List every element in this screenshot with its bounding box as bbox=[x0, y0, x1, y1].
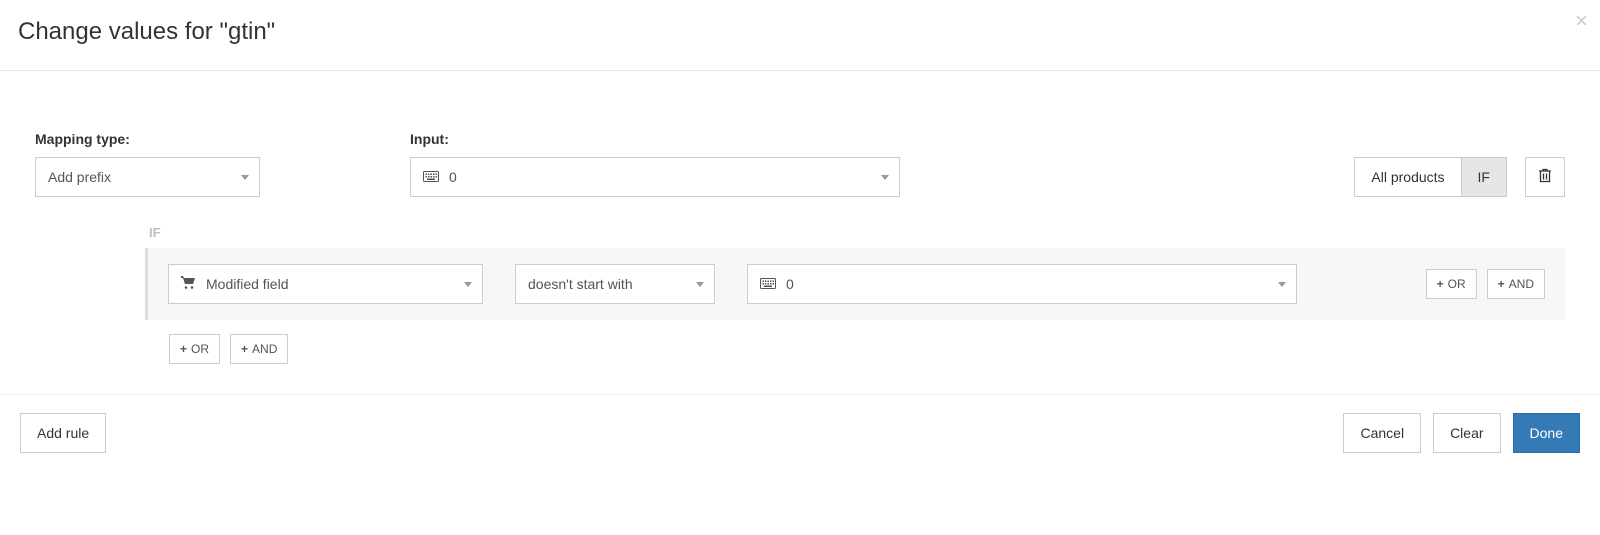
chevron-down-icon bbox=[1278, 282, 1286, 287]
trash-icon bbox=[1538, 167, 1552, 188]
mapping-type-group: Mapping type: Add prefix bbox=[35, 131, 410, 197]
plus-icon: + bbox=[180, 342, 187, 356]
condition-operator-value: doesn't start with bbox=[528, 276, 633, 292]
condition-field-select[interactable]: Modified field bbox=[168, 264, 483, 304]
condition-and-button[interactable]: +AND bbox=[1487, 269, 1545, 299]
condition-value-text: 0 bbox=[786, 276, 794, 292]
clear-button[interactable]: Clear bbox=[1433, 413, 1500, 453]
rule-actions: All products IF bbox=[1314, 157, 1565, 197]
cancel-button[interactable]: Cancel bbox=[1343, 413, 1421, 453]
scope-toggle: All products IF bbox=[1354, 157, 1507, 197]
input-label: Input: bbox=[410, 131, 1314, 147]
input-value: 0 bbox=[449, 169, 457, 185]
condition-or-button[interactable]: +OR bbox=[1426, 269, 1477, 299]
mapping-type-select[interactable]: Add prefix bbox=[35, 157, 260, 197]
keyboard-icon bbox=[760, 276, 776, 292]
condition-block: IF Modified field doesn't start with bbox=[145, 225, 1565, 364]
group-or-button[interactable]: +OR bbox=[169, 334, 220, 364]
chevron-down-icon bbox=[241, 175, 249, 180]
done-button[interactable]: Done bbox=[1513, 413, 1580, 453]
mapping-type-value: Add prefix bbox=[48, 169, 111, 185]
modal-body: Mapping type: Add prefix Input: 0 bbox=[0, 71, 1600, 395]
condition-group-actions: +OR +AND bbox=[169, 334, 1565, 364]
condition-operator-select[interactable]: doesn't start with bbox=[515, 264, 715, 304]
chevron-down-icon bbox=[881, 175, 889, 180]
close-icon[interactable]: × bbox=[1575, 10, 1588, 32]
condition-inline-actions: +OR +AND bbox=[1426, 269, 1545, 299]
condition-row: Modified field doesn't start with 0 bbox=[145, 248, 1565, 320]
keyboard-icon bbox=[423, 169, 439, 185]
chevron-down-icon bbox=[696, 282, 704, 287]
delete-rule-button[interactable] bbox=[1525, 157, 1565, 197]
plus-icon: + bbox=[1498, 277, 1505, 291]
scope-all-products-button[interactable]: All products bbox=[1354, 157, 1461, 197]
condition-heading: IF bbox=[149, 225, 1565, 240]
condition-value-select[interactable]: 0 bbox=[747, 264, 1297, 304]
modal-footer: Add rule Cancel Clear Done bbox=[0, 395, 1600, 471]
modal-header: Change values for "gtin" × bbox=[0, 0, 1600, 71]
cart-icon bbox=[181, 276, 196, 292]
modal-title: Change values for "gtin" bbox=[18, 18, 1582, 46]
chevron-down-icon bbox=[464, 282, 472, 287]
group-and-button[interactable]: +AND bbox=[230, 334, 288, 364]
plus-icon: + bbox=[1437, 277, 1444, 291]
rule-row: Mapping type: Add prefix Input: 0 bbox=[35, 131, 1565, 197]
condition-field-value: Modified field bbox=[206, 276, 289, 292]
plus-icon: + bbox=[241, 342, 248, 356]
input-select[interactable]: 0 bbox=[410, 157, 900, 197]
scope-if-button[interactable]: IF bbox=[1462, 157, 1507, 197]
add-rule-button[interactable]: Add rule bbox=[20, 413, 106, 453]
input-group: Input: 0 bbox=[410, 131, 1314, 197]
mapping-type-label: Mapping type: bbox=[35, 131, 410, 147]
